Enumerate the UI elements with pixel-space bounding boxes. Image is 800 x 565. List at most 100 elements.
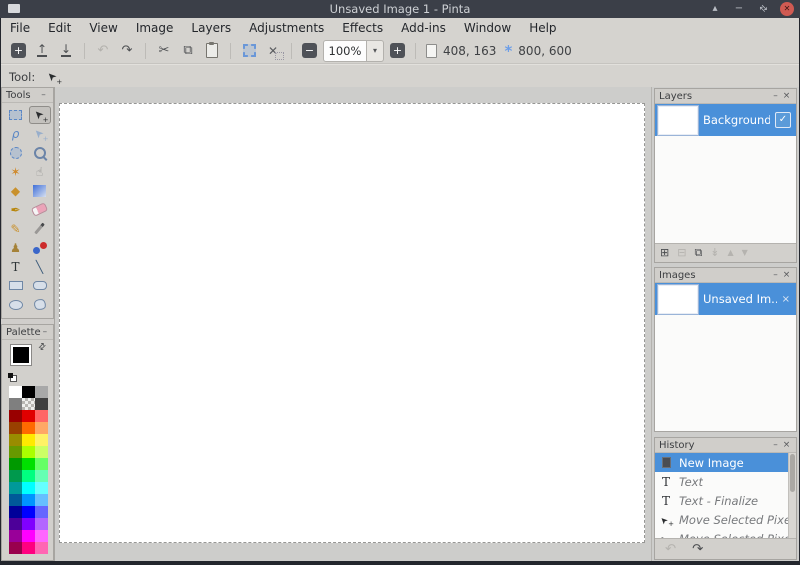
palette-swatch[interactable] [35,386,48,398]
layer-row[interactable]: Background ✓ [655,104,796,136]
paste-button[interactable] [200,40,224,62]
close-window-button[interactable]: ✕ [780,2,794,16]
lasso-select-tool[interactable]: ρ [5,125,27,143]
history-scrollbar-thumb[interactable] [790,454,795,492]
palette-swatch[interactable] [35,506,48,518]
palette-swatch[interactable] [9,410,22,422]
image-row[interactable]: Unsaved Im... × [655,283,796,315]
rectangle-tool[interactable] [5,277,27,295]
ellipse-tool[interactable] [5,296,27,314]
palette-swatch[interactable] [22,410,35,422]
rectangle-select-tool[interactable] [5,106,27,124]
palette-swatch[interactable] [9,422,22,434]
images-minimize-button[interactable]: – [770,269,781,281]
new-image-button[interactable]: + [11,43,26,58]
undo-button[interactable]: ↶ [91,40,115,62]
crop-to-selection-button[interactable] [237,40,261,62]
move-selection-tool[interactable]: ➤ [29,125,51,142]
palette-swatch[interactable] [22,446,35,458]
primary-color-swatch[interactable] [10,344,32,366]
zoom-out-button[interactable]: − [302,43,317,58]
palette-swatch[interactable] [9,398,22,410]
merge-layer-down-button[interactable]: ↡ [710,246,719,260]
palette-swatch[interactable] [9,506,22,518]
menu-file[interactable]: File [1,18,39,38]
palette-swatch[interactable] [35,542,48,554]
zoom-in-button[interactable]: + [390,43,405,58]
palette-swatch[interactable] [22,434,35,446]
layers-minimize-button[interactable]: – [770,90,781,102]
palette-swatch[interactable] [9,446,22,458]
palette-swatch[interactable] [9,530,22,542]
save-button[interactable]: ↓ [54,40,78,62]
palette-swatch[interactable] [22,530,35,542]
history-undo-button[interactable]: ↶ [665,542,676,557]
rounded-rectangle-tool[interactable] [29,277,51,295]
move-layer-up-button[interactable]: ▲ [728,246,734,260]
palette-minimize-button[interactable]: – [41,326,49,338]
palette-swatch[interactable] [22,398,35,410]
deselect-all-button[interactable]: ✕ [261,40,285,62]
palette-swatch[interactable] [9,494,22,506]
zoom-dropdown-button[interactable]: ▾ [367,39,384,62]
palette-swatch[interactable] [9,386,22,398]
duplicate-layer-button[interactable]: ⧉ [694,246,702,260]
palette-swatch[interactable] [35,434,48,446]
pencil-tool[interactable]: ✎ [5,220,27,238]
text-tool[interactable]: T [5,258,27,276]
palette-swatch[interactable] [22,506,35,518]
ellipse-select-tool[interactable] [5,144,27,162]
menu-layers[interactable]: Layers [182,18,240,38]
maximize-window-button[interactable]: ⇄ [751,1,775,17]
palette-swatch[interactable] [22,458,35,470]
color-picker-tool[interactable] [29,220,51,238]
palette-swatch[interactable] [9,518,22,530]
menu-help[interactable]: Help [520,18,565,38]
canvas[interactable] [59,103,645,543]
zoom-tool[interactable] [29,144,51,162]
palette-swatch[interactable] [9,542,22,554]
titlebar[interactable]: Unsaved Image 1 - Pinta ▴ − ⇄ ✕ [0,0,800,18]
palette-swatch[interactable] [22,386,35,398]
history-redo-button[interactable]: ↷ [692,542,703,557]
palette-swatch[interactable] [35,482,48,494]
tools-minimize-button[interactable]: – [38,89,49,101]
images-close-button[interactable]: × [781,269,792,281]
menu-add-ins[interactable]: Add-ins [392,18,455,38]
menu-adjustments[interactable]: Adjustments [240,18,333,38]
palette-swatch[interactable] [35,410,48,422]
menu-view[interactable]: View [80,18,126,38]
history-item[interactable]: ➤ Move Selected Pixels [655,529,796,539]
palette-swatch[interactable] [35,398,48,410]
palette-swatch[interactable] [35,494,48,506]
paintbrush-tool[interactable]: ✒ [5,201,27,219]
palette-swatch[interactable] [35,446,48,458]
palette-swatch[interactable] [22,482,35,494]
history-minimize-button[interactable]: – [770,439,781,451]
add-layer-button[interactable]: ⊞ [660,246,669,260]
layers-close-button[interactable]: × [781,90,792,102]
menu-edit[interactable]: Edit [39,18,80,38]
history-item[interactable]: T Text - Finalize [655,491,796,510]
palette-swatch[interactable] [22,518,35,530]
shade-window-button[interactable]: ▴ [703,1,727,17]
delete-layer-button[interactable]: ⊟ [677,246,686,260]
palette-swatch[interactable] [22,542,35,554]
clone-stamp-tool[interactable]: ♟ [5,239,27,257]
history-item[interactable]: ➤ Move Selected Pixels [655,510,796,529]
pan-tool[interactable]: ☝ [29,163,51,181]
menu-window[interactable]: Window [455,18,520,38]
gradient-tool[interactable] [29,182,51,200]
recolor-tool[interactable] [29,239,51,257]
palette-swatch[interactable] [35,518,48,530]
palette-swatch[interactable] [9,470,22,482]
reset-colors-icon[interactable] [8,373,17,382]
palette-swatch[interactable] [35,530,48,542]
palette-swatch[interactable] [35,458,48,470]
zoom-level-value[interactable]: 100% [323,39,367,62]
history-item[interactable]: New Image [655,453,796,472]
palette-swatch[interactable] [9,434,22,446]
palette-swatch[interactable] [22,422,35,434]
minimize-window-button[interactable]: − [727,1,751,17]
image-close-icon[interactable]: × [782,294,790,305]
